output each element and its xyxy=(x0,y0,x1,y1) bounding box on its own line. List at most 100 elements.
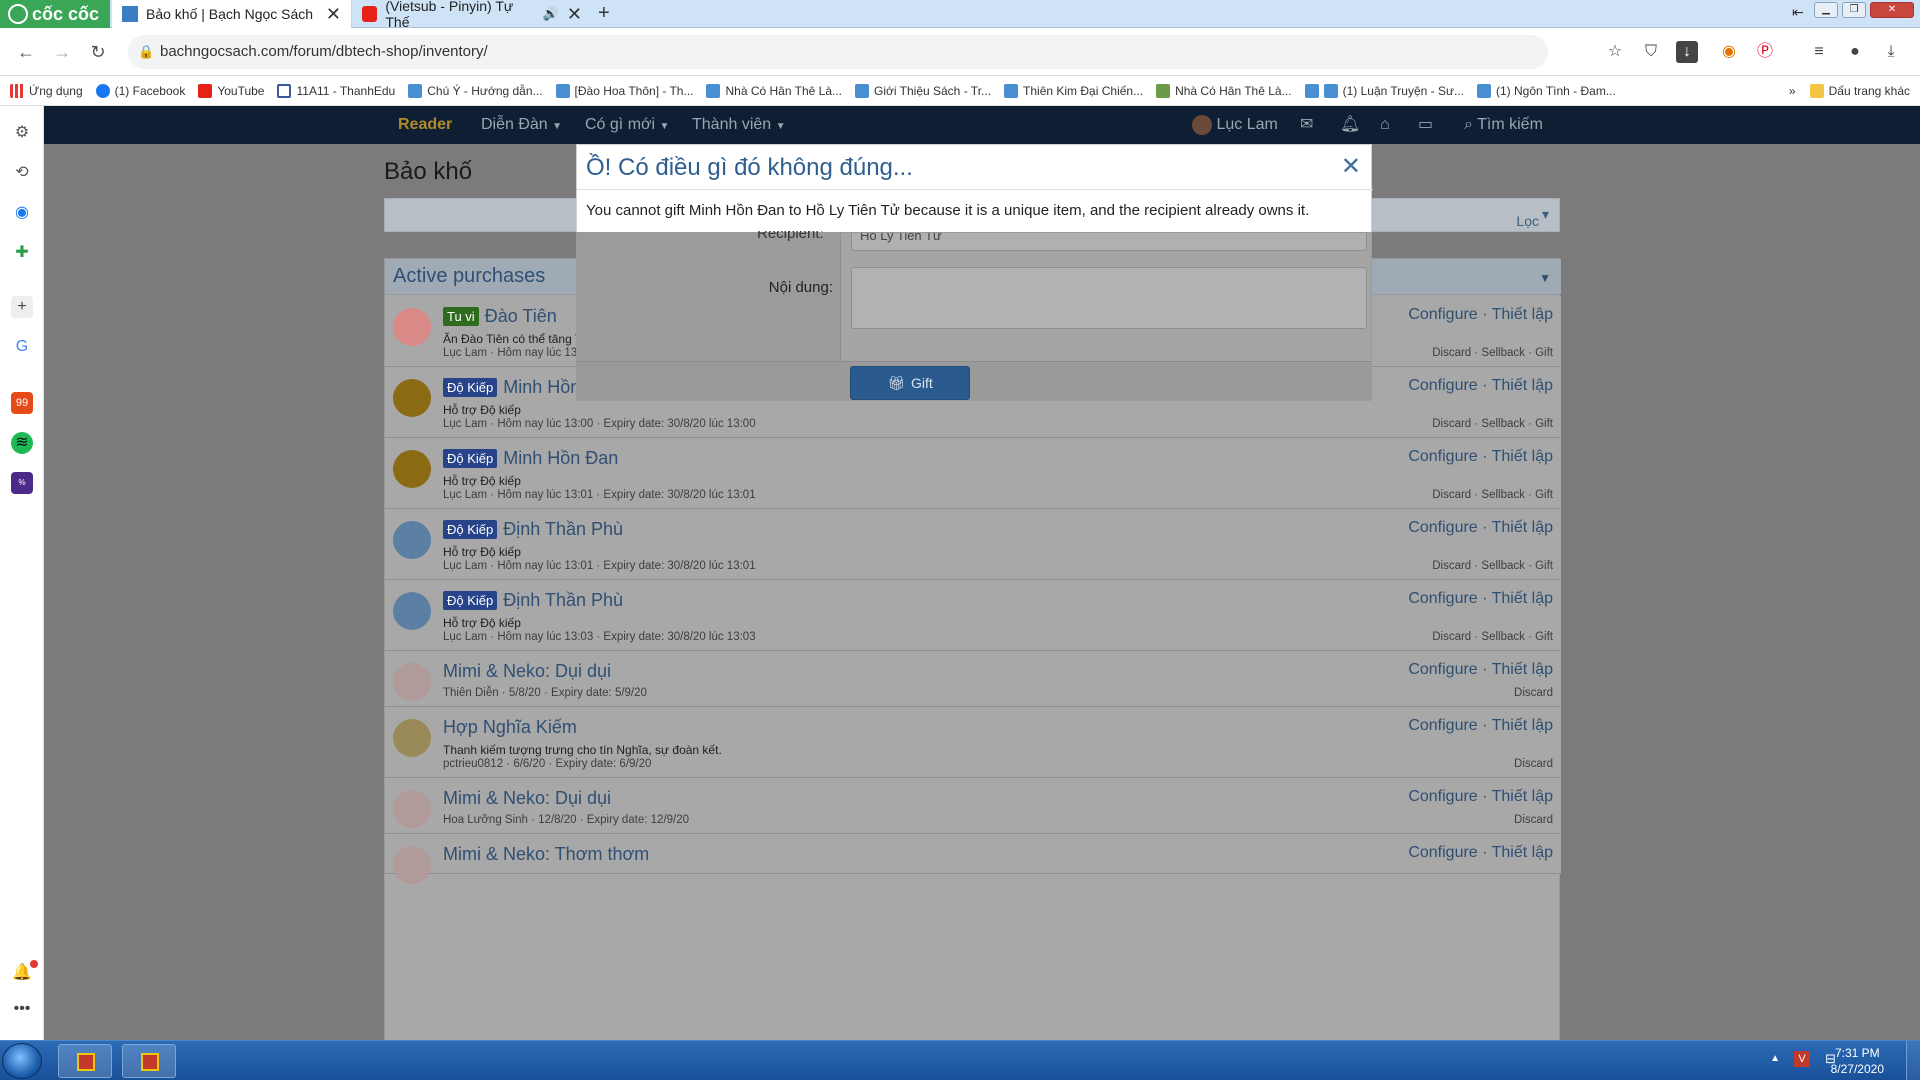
item-title[interactable]: Độ Kiếp Minh Hồn Đan xyxy=(443,448,618,469)
messenger-icon[interactable]: ◉ xyxy=(11,202,33,224)
extension-icon[interactable]: ◉ xyxy=(1718,41,1740,63)
tab-bao-kho[interactable]: Bảo khố | Bạch Ngọc Sách ✕ xyxy=(112,0,352,28)
tab-youtube[interactable]: (Vietsub - Pinyin) Tự Thế 🔊 ✕ xyxy=(352,0,592,30)
user-menu[interactable]: Lục Lam xyxy=(1192,106,1278,144)
purchase-row: Độ Kiếp Minh Hồn Đan Hỗ trợ Độ kiếp Lục Lam… xyxy=(385,438,1561,509)
playlist-icon[interactable]: ≡ xyxy=(1808,41,1830,63)
bookmark-label: [Đào Hoa Thôn] - Th... xyxy=(574,83,694,98)
item-actions[interactable]: Discard · Sellback · Gift xyxy=(1432,560,1553,572)
shield-icon[interactable]: ⛉ xyxy=(1640,41,1662,63)
reload-icon[interactable]: ↻ xyxy=(86,40,110,64)
bookmark-item[interactable]: (1) Ngôn Tình - Đam... xyxy=(1477,83,1616,98)
tab-search-icon[interactable]: ⇤ xyxy=(1792,4,1804,21)
bookmark-apps[interactable]: Ứng dụng xyxy=(10,83,83,98)
item-actions[interactable]: Discard xyxy=(1514,687,1553,699)
other-bookmarks[interactable]: Dấu trang khác xyxy=(1809,83,1910,98)
antivirus-icon[interactable]: V xyxy=(1794,1051,1810,1067)
show-desktop-button[interactable] xyxy=(1906,1041,1920,1080)
item-actions[interactable]: Discard · Sellback · Gift xyxy=(1432,418,1553,430)
close-tab-icon[interactable]: ✕ xyxy=(567,4,582,25)
configure-link[interactable]: Configure · Thiết lập xyxy=(1408,590,1553,608)
item-title[interactable]: Độ Kiếp Định Thần Phù xyxy=(443,590,623,611)
system-clock[interactable]: 7:31 PM 8/27/2020 xyxy=(1831,1045,1884,1077)
filter-button[interactable]: Lọc ▾ xyxy=(1516,206,1549,229)
bookmark-label: (1) Facebook xyxy=(114,83,186,98)
item-title[interactable]: Tu vi Đào Tiên xyxy=(443,306,557,327)
configure-link[interactable]: Configure · Thiết lập xyxy=(1408,661,1553,679)
forward-icon[interactable]: → xyxy=(50,40,74,64)
nav-thanh-vien[interactable]: Thành viên ▼ xyxy=(692,106,786,144)
error-overlay: Ồ! Có điều gì đó không đúng... ✕ You can… xyxy=(576,144,1373,232)
close-tab-icon[interactable]: ✕ xyxy=(326,4,341,25)
maximize-button[interactable]: ❐ xyxy=(1842,2,1866,18)
item-title[interactable]: Mimi & Neko: Thơm thơm xyxy=(443,844,649,865)
alerts-bell-icon[interactable]: 🔔︎ xyxy=(1340,106,1360,144)
spotify-icon[interactable]: ≋ xyxy=(11,432,33,454)
history-icon[interactable]: ⟲ xyxy=(11,162,33,184)
configure-link[interactable]: Configure · Thiết lập xyxy=(1408,717,1553,735)
recipient-input[interactable]: Hồ Ly Tiên Tử xyxy=(851,233,1367,251)
configure-link[interactable]: Configure · Thiết lập xyxy=(1408,519,1553,537)
more-icon[interactable]: ••• xyxy=(11,998,33,1020)
item-title[interactable]: Độ Kiếp Định Thần Phù xyxy=(443,519,623,540)
settings-icon[interactable]: ⚙ xyxy=(11,122,33,144)
download-icon[interactable]: ↓ xyxy=(1676,41,1698,63)
item-actions[interactable]: Discard · Sellback · Gift xyxy=(1432,489,1553,501)
item-title[interactable]: Hợp Nghĩa Kiếm xyxy=(443,717,577,738)
add-icon[interactable]: + xyxy=(11,296,33,318)
item-actions[interactable]: Discard · Sellback · Gift xyxy=(1432,347,1553,359)
bookmark-youtube[interactable]: YouTube xyxy=(198,83,264,98)
basket-icon[interactable]: ⌂ xyxy=(1380,106,1390,144)
bookmark-star-icon[interactable]: ☆ xyxy=(1604,41,1626,63)
item-title[interactable]: Mimi & Neko: Dụi dụi xyxy=(443,788,611,809)
item-actions[interactable]: Discard xyxy=(1514,758,1553,770)
configure-link[interactable]: Configure · Thiết lập xyxy=(1408,788,1553,806)
bookmark-item[interactable]: Nhà Có Hân Thê Là... xyxy=(1156,83,1292,98)
configure-link[interactable]: Configure · Thiết lập xyxy=(1408,377,1553,395)
speaker-icon[interactable]: 🔊 xyxy=(543,6,559,22)
bookmark-facebook[interactable]: (1) Facebook xyxy=(95,83,186,98)
downloads-icon[interactable]: ⤓ xyxy=(1880,41,1902,63)
shop-icon[interactable]: 99 xyxy=(11,392,33,414)
gift-button[interactable]: 🎁︎ Gift xyxy=(850,366,970,400)
nav-search[interactable]: ⌕ Tìm kiếm xyxy=(1464,106,1543,144)
tiki-icon[interactable]: % xyxy=(11,472,33,494)
configure-link[interactable]: Configure · Thiết lập xyxy=(1408,306,1553,324)
collapse-icon[interactable]: ▼ xyxy=(1539,271,1551,285)
configure-link[interactable]: Configure · Thiết lập xyxy=(1408,448,1553,466)
new-tab-button[interactable]: + xyxy=(598,2,610,25)
item-title[interactable]: Mimi & Neko: Dụi dụi xyxy=(443,661,611,682)
bookmark-item[interactable]: Chú Ý - Hướng dẫn... xyxy=(408,83,543,98)
translate-icon[interactable]: G xyxy=(11,336,33,358)
inbox-icon[interactable]: ✉ xyxy=(1300,106,1313,144)
gamepad-icon[interactable]: ✚ xyxy=(11,242,33,264)
tray-expand-icon[interactable]: ▲ xyxy=(1770,1053,1780,1064)
bookmark-item[interactable]: Thiên Kim Đại Chiến... xyxy=(1004,83,1143,98)
start-button[interactable] xyxy=(2,1043,42,1079)
nav-reader[interactable]: Reader xyxy=(398,106,452,144)
back-icon[interactable]: ← xyxy=(14,40,38,64)
configure-link[interactable]: Configure · Thiết lập xyxy=(1408,844,1553,862)
address-bar[interactable]: 🔒 bachngocsach.com/forum/dbtech-shop/inve… xyxy=(128,35,1548,69)
browser-logo[interactable]: cốc cốc xyxy=(0,0,110,28)
close-icon[interactable]: ✕ xyxy=(1341,155,1361,179)
taskbar-app-winrar[interactable] xyxy=(58,1044,112,1078)
bookmark-thanhedu[interactable]: 11A11 - ThanhEdu xyxy=(277,83,395,98)
message-textarea[interactable] xyxy=(851,267,1367,329)
bookmark-item[interactable]: [Đào Hoa Thôn] - Th... xyxy=(555,83,694,98)
bookmark-item[interactable]: Nhà Có Hân Thê Là... xyxy=(706,83,842,98)
profile-icon[interactable]: ● xyxy=(1844,41,1866,63)
bookmark-item[interactable]: Giới Thiệu Sách - Tr... xyxy=(855,83,991,98)
pinterest-icon[interactable]: Ⓟ xyxy=(1754,41,1776,63)
item-actions[interactable]: Discard xyxy=(1514,814,1553,826)
minimize-button[interactable]: ▁ xyxy=(1814,2,1838,18)
nav-co-gi-moi[interactable]: Có gì mới ▼ xyxy=(585,106,669,144)
item-actions[interactable]: Discard · Sellback · Gift xyxy=(1432,631,1553,643)
folder-icon[interactable]: ▭ xyxy=(1418,106,1433,144)
item-description: Hỗ trợ Độ kiếp xyxy=(443,545,521,559)
window-close-button[interactable]: ✕ xyxy=(1870,2,1914,18)
taskbar-app-winrar[interactable] xyxy=(122,1044,176,1078)
bookmark-item[interactable]: (1) Luận Truyện - Sư... xyxy=(1304,83,1464,98)
bookmarks-overflow-button[interactable]: » xyxy=(1789,84,1796,98)
nav-dien-dan[interactable]: Diễn Đàn ▼ xyxy=(481,106,562,144)
